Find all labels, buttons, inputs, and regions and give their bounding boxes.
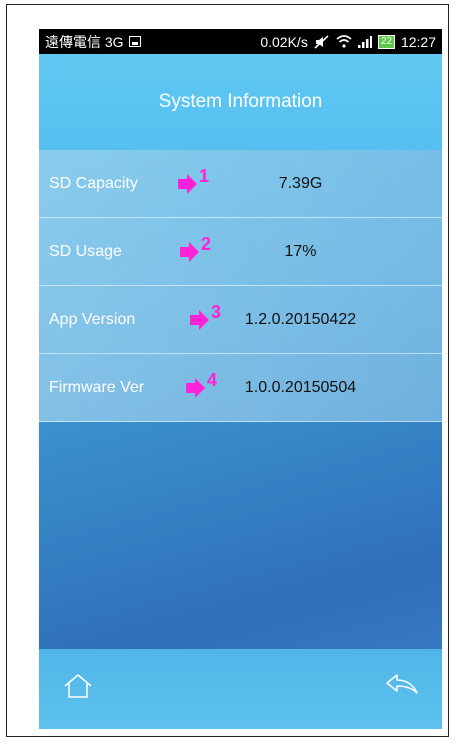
info-row-firmware-version: Firmware Ver 4 1.0.0.20150504 <box>39 354 442 422</box>
battery-icon: 22 <box>377 34 395 49</box>
back-icon[interactable] <box>385 673 419 699</box>
signal-icon <box>357 36 372 48</box>
row-value: 1.2.0.20150422 <box>244 310 357 328</box>
wifi-icon <box>336 35 352 48</box>
row-value: 17% <box>284 242 317 260</box>
screenshot-frame: 遠傳電信 3G 0.02K/s 22 12:27 System Informat… <box>6 4 449 737</box>
home-icon[interactable] <box>63 673 93 699</box>
row-value: 1.0.0.20150504 <box>244 378 357 396</box>
info-row-sd-usage: SD Usage 2 17% <box>39 218 442 286</box>
clock: 12:27 <box>400 33 436 50</box>
row-value: 7.39G <box>278 174 323 192</box>
info-row-app-version: App Version 3 1.2.0.20150422 <box>39 286 442 354</box>
status-bar: 遠傳電信 3G 0.02K/s 22 12:27 <box>39 29 442 54</box>
phone-screen: 遠傳電信 3G 0.02K/s 22 12:27 System Informat… <box>39 29 442 729</box>
bottom-nav-bar <box>39 649 442 729</box>
network-speed: 0.02K/s <box>260 33 308 50</box>
mute-icon <box>314 34 329 49</box>
info-row-sd-capacity: SD Capacity 1 7.39G <box>39 150 442 218</box>
page-title: System Information <box>39 54 442 150</box>
image-icon <box>128 36 141 47</box>
carrier-label: 遠傳電信 3G <box>45 33 124 50</box>
